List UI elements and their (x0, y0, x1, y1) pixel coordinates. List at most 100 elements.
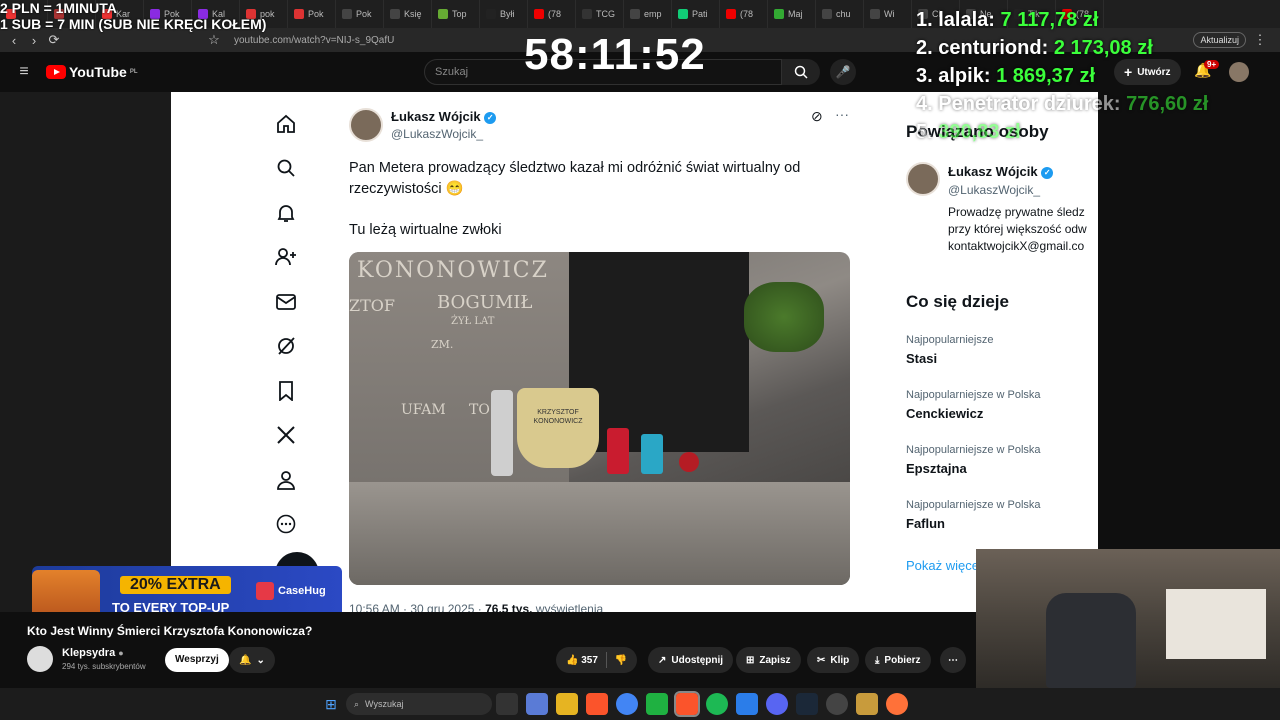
divider (605, 652, 607, 668)
show-more-link: Pokaż więce (906, 558, 979, 573)
tab-favicon-icon (342, 9, 352, 19)
channel-name[interactable]: Klepsydra ● (62, 647, 124, 659)
messages-icon (274, 290, 298, 314)
forward-icon[interactable]: › (24, 30, 44, 50)
browser-tab[interactable]: Byłi (480, 0, 528, 28)
search-button[interactable] (782, 59, 820, 85)
video-info: Kto Jest Winny Śmierci Krzysztofa Konono… (0, 612, 976, 688)
download-button[interactable]: ⤓ Pobierz (865, 647, 931, 673)
trending-title: Co się dzieje (906, 292, 1009, 311)
obs-icon[interactable] (826, 693, 848, 715)
league-icon[interactable] (856, 693, 878, 715)
ad-brand-text: CaseHug (278, 585, 326, 597)
brave-active-icon[interactable] (674, 691, 700, 717)
clip-button[interactable]: ✂ Klip (807, 647, 860, 673)
browser-tab[interactable]: Top (432, 0, 480, 28)
browser-tab[interactable]: Pok (336, 0, 384, 28)
related-verified-icon: ✓ (1041, 166, 1054, 179)
browser-tab[interactable]: (78 (528, 0, 576, 28)
youtube-logo[interactable]: YouTube PL (46, 64, 137, 80)
download-icon: ⤓ (875, 654, 880, 666)
save-button[interactable]: ⊞ Zapisz (736, 647, 801, 673)
spotify-icon[interactable] (706, 693, 728, 715)
browser-tab[interactable]: (78 (720, 0, 768, 28)
leaderboard-name: alpik: (938, 65, 991, 87)
tab-label: Księ (404, 9, 422, 19)
tab-favicon-icon (390, 9, 400, 19)
like-dislike-group: 👍 357 👎 (556, 647, 638, 673)
tab-label: chu (836, 9, 851, 19)
browser-tab[interactable]: Maj (768, 0, 816, 28)
trend-category: Najpopularniejsze w Polska (906, 499, 1041, 511)
brave-icon[interactable] (586, 693, 608, 715)
promo-line-2: 1 SUB = 7 MIN (SUB NIE KRĘCI KOŁEM) (0, 16, 267, 32)
xbox-icon[interactable] (646, 693, 668, 715)
chevron-down-icon: ⌄ (256, 654, 265, 666)
chrome-icon[interactable] (616, 693, 638, 715)
leaderboard-name: centuriond: (938, 37, 1049, 59)
more-actions-icon[interactable]: ⋯ (940, 647, 966, 673)
donation-leaderboard: 1. lalala: 7 117,78 zł 2. centuriond: 2 1… (916, 9, 1208, 149)
file-explorer-icon[interactable] (556, 693, 578, 715)
browser-tab[interactable]: emp (624, 0, 672, 28)
webcam-overlay (976, 549, 1280, 688)
discord-icon[interactable] (766, 693, 788, 715)
tab-favicon-icon (534, 9, 544, 19)
tab-favicon-icon (822, 9, 832, 19)
subscriber-count: 294 tys. subskrybentów (62, 662, 146, 671)
related-name-text: Łukasz Wójcik (948, 164, 1038, 179)
leaderboard-rank: 4. (916, 93, 933, 115)
microphone-icon[interactable]: 🎤 (830, 59, 856, 85)
reload-icon[interactable]: ⟳ (44, 30, 64, 50)
support-button[interactable]: Wesprzyj (165, 648, 229, 672)
leaderboard-entry: 4. Penetrator dziurek: 776,60 zł (916, 93, 1208, 121)
browser-tab[interactable]: Pati (672, 0, 720, 28)
dislike-icon[interactable]: 👎 (615, 655, 627, 666)
hamburger-menu-icon[interactable]: ≡ (14, 62, 34, 82)
leaderboard-rank: 5. (916, 121, 933, 143)
channel-avatar[interactable] (27, 646, 53, 672)
windows-start-icon[interactable]: ⊞ (320, 693, 342, 715)
copilot-icon[interactable] (526, 693, 548, 715)
task-view-icon[interactable] (496, 693, 518, 715)
tab-label: Pok (356, 9, 372, 19)
browser-tab[interactable]: chu (816, 0, 864, 28)
casehug-logo-icon (256, 582, 274, 600)
firefox-icon[interactable] (886, 693, 908, 715)
calculator-icon[interactable] (736, 693, 758, 715)
share-label: Udostępnij (671, 654, 724, 666)
like-button[interactable]: 👍 357 (566, 655, 598, 666)
trend-category: Najpopularniejsze w Polska (906, 444, 1041, 456)
share-button[interactable]: ↗ Udostępnij (648, 647, 734, 673)
tab-label: (78 (740, 9, 754, 19)
taskbar-search-icon: ⌕ (354, 698, 360, 709)
browser-tab[interactable]: TCG (576, 0, 624, 28)
like-count: 357 (581, 654, 598, 666)
menu-icon[interactable]: ⋮ (1250, 30, 1270, 50)
youtube-play-icon (46, 65, 66, 79)
grave-text-6: TO (469, 402, 490, 418)
ad-brand: CaseHug (256, 582, 326, 600)
url-text[interactable]: youtube.com/watch?v=NIJ-s_9QafU (234, 35, 394, 46)
leaderboard-amount: 7 117,78 zł (1000, 9, 1099, 31)
bell-icon: 🔔 (239, 654, 252, 666)
trend-name: Cenckiewicz (906, 406, 984, 421)
account-avatar[interactable] (1229, 62, 1249, 82)
plaque-first-name: KRZYSZTOF (537, 409, 579, 416)
browser-tab[interactable]: Wi (864, 0, 912, 28)
back-icon[interactable]: ‹ (4, 30, 24, 50)
scissors-icon: ✂ (817, 654, 826, 666)
leaderboard-name: Penetrator dziurek: (938, 93, 1121, 115)
browser-tab[interactable]: Księ (384, 0, 432, 28)
leaderboard-entry: 3. alpik: 1 869,37 zł (916, 65, 1208, 93)
notifications-bell-icon (274, 201, 298, 225)
steam-icon[interactable] (796, 693, 818, 715)
taskbar-search[interactable]: ⌕ Wyszukaj (346, 693, 492, 715)
tab-favicon-icon (486, 9, 496, 19)
tweet-text-2: Tu leżą wirtualne zwłoki (349, 222, 502, 238)
subscription-bell-button[interactable]: 🔔 ⌄ (229, 647, 275, 673)
grave-slab (349, 482, 850, 585)
tab-label: Maj (788, 9, 803, 19)
browser-tab[interactable]: Pok (288, 0, 336, 28)
bookmark-icon[interactable]: ☆ (204, 30, 224, 50)
